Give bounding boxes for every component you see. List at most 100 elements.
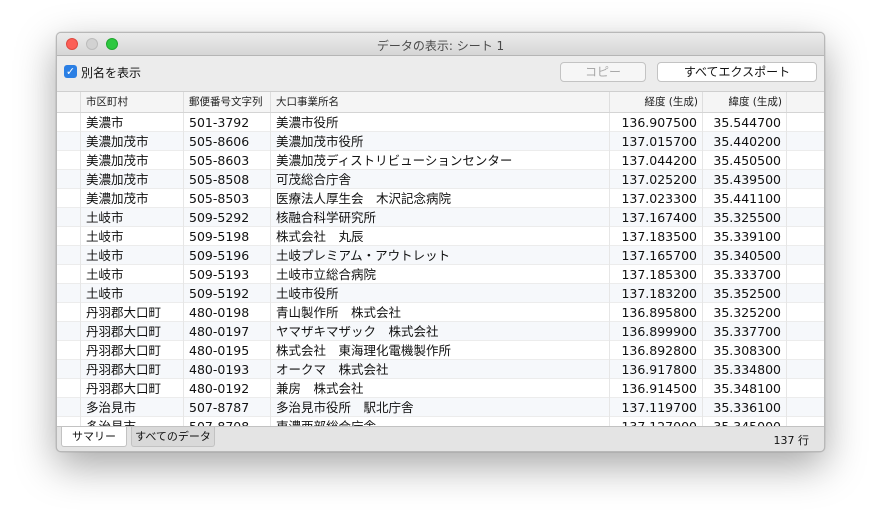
row-filler-cell	[787, 246, 824, 265]
cell-latitude: 35.352500	[703, 284, 787, 303]
cell-latitude: 35.441100	[703, 189, 787, 208]
show-alias-checkbox[interactable]: ✓	[64, 65, 77, 78]
cell-business-name: 核融合科学研究所	[271, 208, 610, 227]
cell-longitude: 137.165700	[610, 246, 703, 265]
cell-latitude: 35.336100	[703, 398, 787, 417]
cell-longitude: 136.899900	[610, 322, 703, 341]
bottom-bar: サマリー すべてのデータ 137 行	[57, 426, 824, 451]
cell-longitude: 137.023300	[610, 189, 703, 208]
cell-business-name: 土岐プレミアム・アウトレット	[271, 246, 610, 265]
table-row[interactable]: 美濃加茂市 505-8503 医療法人厚生会 木沢記念病院 137.023300 35.…	[57, 189, 824, 208]
cell-latitude: 35.308300	[703, 341, 787, 360]
cell-city: 土岐市	[81, 227, 184, 246]
cell-longitude: 136.892800	[610, 341, 703, 360]
cell-latitude: 35.340500	[703, 246, 787, 265]
table-row[interactable]: 丹羽郡大口町 480-0198 青山製作所 株式会社 136.895800 35.325…	[57, 303, 824, 322]
cell-longitude: 136.895800	[610, 303, 703, 322]
table-row[interactable]: 美濃加茂市 505-8508 可茂総合庁舎 137.025200 35.439500	[57, 170, 824, 189]
cell-longitude: 137.119700	[610, 398, 703, 417]
table-row[interactable]: 丹羽郡大口町 480-0192 兼房 株式会社 136.914500 35.348100	[57, 379, 824, 398]
cell-latitude: 35.544700	[703, 113, 787, 132]
header-filler	[787, 92, 824, 112]
cell-city: 美濃市	[81, 113, 184, 132]
cell-longitude: 137.015700	[610, 132, 703, 151]
row-header-column	[57, 92, 81, 112]
row-number-cell	[57, 246, 81, 265]
cell-postal-code: 505-8508	[184, 170, 271, 189]
row-number-cell	[57, 227, 81, 246]
table-row[interactable]: 土岐市 509-5292 核融合科学研究所 137.167400 35.325500	[57, 208, 824, 227]
row-filler-cell	[787, 379, 824, 398]
table-row[interactable]: 土岐市 509-5192 土岐市役所 137.183200 35.352500	[57, 284, 824, 303]
row-number-cell	[57, 341, 81, 360]
column-header-postal-code[interactable]: 郵便番号文字列	[184, 92, 271, 112]
cell-city: 土岐市	[81, 246, 184, 265]
cell-postal-code: 509-5198	[184, 227, 271, 246]
cell-city: 丹羽郡大口町	[81, 303, 184, 322]
row-number-cell	[57, 360, 81, 379]
cell-latitude: 35.439500	[703, 170, 787, 189]
cell-postal-code: 480-0198	[184, 303, 271, 322]
row-filler-cell	[787, 341, 824, 360]
column-header-latitude[interactable]: 緯度 (生成)	[703, 92, 787, 112]
data-view-window: データの表示: シート 1 ✓ 別名を表示 コピー すべてエクスポート 市区町村…	[56, 32, 825, 452]
cell-city: 丹羽郡大口町	[81, 379, 184, 398]
tab-all-data[interactable]: すべてのデータ	[131, 427, 215, 447]
row-filler-cell	[787, 151, 824, 170]
cell-postal-code: 505-8603	[184, 151, 271, 170]
tab-summary[interactable]: サマリー	[61, 427, 127, 447]
table-row[interactable]: 美濃加茂市 505-8603 美濃加茂ディストリビューションセンター 137.0442…	[57, 151, 824, 170]
row-filler-cell	[787, 360, 824, 379]
cell-business-name: ヤマザキマザック 株式会社	[271, 322, 610, 341]
cell-latitude: 35.339100	[703, 227, 787, 246]
cell-longitude: 136.917800	[610, 360, 703, 379]
table-row[interactable]: 多治見市 507-8787 多治見市役所 駅北庁舎 137.119700 35.3361…	[57, 398, 824, 417]
row-number-cell	[57, 151, 81, 170]
cell-city: 美濃加茂市	[81, 189, 184, 208]
cell-city: 美濃加茂市	[81, 132, 184, 151]
table-row[interactable]: 丹羽郡大口町 480-0193 オークマ 株式会社 136.917800 35.3348…	[57, 360, 824, 379]
table-row[interactable]: 土岐市 509-5198 株式会社 丸辰 137.183500 35.339100	[57, 227, 824, 246]
cell-longitude: 137.183200	[610, 284, 703, 303]
cell-latitude: 35.334800	[703, 360, 787, 379]
cell-city: 丹羽郡大口町	[81, 322, 184, 341]
cell-postal-code: 509-5196	[184, 246, 271, 265]
export-all-button[interactable]: すべてエクスポート	[657, 62, 817, 82]
cell-postal-code: 509-5292	[184, 208, 271, 227]
cell-business-name: 兼房 株式会社	[271, 379, 610, 398]
cell-longitude: 137.183500	[610, 227, 703, 246]
column-header-longitude[interactable]: 経度 (生成)	[610, 92, 703, 112]
cell-longitude: 137.044200	[610, 151, 703, 170]
row-number-cell	[57, 322, 81, 341]
cell-postal-code: 480-0195	[184, 341, 271, 360]
cell-latitude: 35.325500	[703, 208, 787, 227]
cell-city: 美濃加茂市	[81, 151, 184, 170]
cell-postal-code: 480-0197	[184, 322, 271, 341]
cell-business-name: 土岐市立総合病院	[271, 265, 610, 284]
cell-city: 土岐市	[81, 208, 184, 227]
table-row[interactable]: 丹羽郡大口町 480-0197 ヤマザキマザック 株式会社 136.899900 35.…	[57, 322, 824, 341]
row-filler-cell	[787, 398, 824, 417]
table-row[interactable]: 土岐市 509-5196 土岐プレミアム・アウトレット 137.165700 35.34…	[57, 246, 824, 265]
column-header-city[interactable]: 市区町村	[81, 92, 184, 112]
cell-postal-code: 480-0193	[184, 360, 271, 379]
column-header-business-name[interactable]: 大口事業所名	[271, 92, 610, 112]
cell-business-name: 青山製作所 株式会社	[271, 303, 610, 322]
cell-business-name: 美濃市役所	[271, 113, 610, 132]
table-row[interactable]: 土岐市 509-5193 土岐市立総合病院 137.185300 35.333700	[57, 265, 824, 284]
row-number-cell	[57, 379, 81, 398]
cell-postal-code: 509-5192	[184, 284, 271, 303]
copy-button[interactable]: コピー	[560, 62, 646, 82]
window-title: データの表示: シート 1	[376, 39, 505, 53]
show-alias-label[interactable]: 別名を表示	[81, 64, 141, 81]
table-row[interactable]: 美濃市 501-3792 美濃市役所 136.907500 35.544700	[57, 113, 824, 132]
table-row[interactable]: 丹羽郡大口町 480-0195 株式会社 東海理化電機製作所 136.892800 35…	[57, 341, 824, 360]
title-bar[interactable]: データの表示: シート 1	[57, 33, 824, 56]
table-row[interactable]: 美濃加茂市 505-8606 美濃加茂市役所 137.015700 35.440200	[57, 132, 824, 151]
cell-city: 多治見市	[81, 398, 184, 417]
cell-latitude: 35.450500	[703, 151, 787, 170]
cell-latitude: 35.440200	[703, 132, 787, 151]
cell-city: 土岐市	[81, 284, 184, 303]
cell-postal-code: 507-8787	[184, 398, 271, 417]
cell-business-name: 土岐市役所	[271, 284, 610, 303]
